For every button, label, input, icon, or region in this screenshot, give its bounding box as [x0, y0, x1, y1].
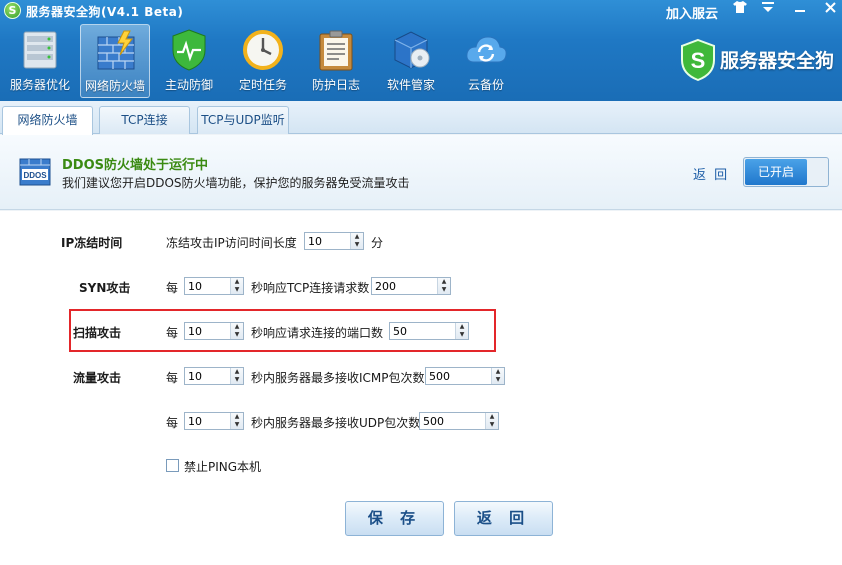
status-description: 我们建议您开启DDOS防火墙功能，保护您的服务器免受流量攻击	[62, 176, 410, 190]
skin-icon[interactable]	[728, 0, 752, 20]
svg-text:S: S	[691, 48, 706, 73]
toolbar-label: 云备份	[467, 78, 504, 92]
stepper-down-icon[interactable]: ▼	[438, 286, 450, 294]
udp-seconds-stepper[interactable]: 10 ▲ ▼	[184, 412, 244, 430]
brand-shield-icon: S	[681, 38, 715, 82]
toolbar-firewall[interactable]: 网络防火墙	[80, 24, 150, 98]
syn-seconds-stepper[interactable]: 10 ▲ ▼	[184, 277, 244, 295]
clock-icon	[243, 30, 283, 70]
stepper-value: 500	[423, 415, 444, 428]
stepper-down-icon[interactable]: ▼	[231, 421, 243, 429]
stepper-up-icon[interactable]: ▲	[492, 368, 504, 376]
stepper-down-icon[interactable]: ▼	[231, 331, 243, 339]
toolbar-scheduled-task[interactable]: 定时任务	[228, 24, 298, 98]
toggle-on-label: 已开启	[745, 159, 807, 185]
disable-ping-label[interactable]: 禁止PING本机	[184, 458, 261, 475]
software-icon	[394, 31, 430, 69]
stepper-value: 10	[188, 280, 202, 293]
udp-count-stepper[interactable]: 500 ▲ ▼	[419, 412, 499, 430]
scan-port-stepper[interactable]: 50 ▲ ▼	[389, 322, 469, 340]
scan-label: 扫描攻击	[73, 326, 122, 340]
stepper-up-icon[interactable]: ▲	[486, 413, 498, 421]
toolbar-server-optimize[interactable]: 服务器优化	[5, 24, 75, 98]
scan-prefix: 每	[166, 326, 179, 340]
toolbar-label: 主动防御	[164, 78, 213, 92]
save-button[interactable]: 保 存	[345, 501, 444, 536]
join-cloud-link[interactable]: 加入服云	[666, 3, 718, 22]
stepper-down-icon[interactable]: ▼	[351, 241, 363, 249]
icmp-count-stepper[interactable]: 500 ▲ ▼	[425, 367, 505, 385]
disable-ping-checkbox[interactable]	[166, 459, 179, 472]
icmp-seconds-stepper[interactable]: 10 ▲ ▼	[184, 367, 244, 385]
stepper-down-icon[interactable]: ▼	[486, 421, 498, 429]
cloud-backup-icon	[466, 36, 507, 63]
status-banner: DDOS DDOS防火墙处于运行中 我们建议您开启DDOS防火墙功能，保护您的服…	[0, 135, 842, 210]
stepper-up-icon[interactable]: ▲	[231, 278, 243, 286]
stepper-value: 50	[393, 325, 407, 338]
toolbar-software-manager[interactable]: 软件管家	[376, 24, 446, 98]
syn-prefix: 每	[166, 281, 179, 295]
stepper-value: 10	[188, 415, 202, 428]
stepper-value: 10	[308, 235, 322, 248]
scan-seconds-stepper[interactable]: 10 ▲ ▼	[184, 322, 244, 340]
flow-label: 流量攻击	[73, 371, 122, 385]
stepper-down-icon[interactable]: ▼	[231, 286, 243, 294]
stepper-up-icon[interactable]: ▲	[231, 413, 243, 421]
brand-logo: S 服务器安全狗	[676, 38, 838, 82]
stepper-up-icon[interactable]: ▲	[231, 323, 243, 331]
menu-icon[interactable]	[756, 0, 780, 20]
ip-freeze-label: IP冻结时间	[61, 236, 123, 250]
ddos-icon-label: DDOS	[23, 171, 47, 180]
stepper-value: 10	[188, 370, 202, 383]
syn-label: SYN攻击	[79, 281, 131, 295]
syn-count-stepper[interactable]: 200 ▲ ▼	[371, 277, 451, 295]
ip-freeze-stepper[interactable]: 10 ▲ ▼	[304, 232, 364, 250]
toolbar-label: 定时任务	[238, 78, 287, 92]
stepper-up-icon[interactable]: ▲	[438, 278, 450, 286]
log-icon	[319, 30, 353, 71]
flow-icmp-text: 秒内服务器最多接收ICMP包次数	[251, 371, 425, 385]
shield-icon	[172, 29, 206, 71]
flow-prefix: 每	[166, 371, 179, 385]
stepper-up-icon[interactable]: ▲	[351, 233, 363, 241]
ip-freeze-text: 冻结攻击IP访问时间长度	[166, 236, 297, 250]
window-title: 服务器安全狗(V4.1 Beta)	[26, 5, 184, 19]
stepper-up-icon[interactable]: ▲	[456, 323, 468, 331]
udp-prefix: 每	[166, 416, 179, 430]
stepper-value: 200	[375, 280, 396, 293]
top-band: S 服务器安全狗(V4.1 Beta) 加入服云 服务器优化 网络防火墙 主动防…	[0, 0, 842, 101]
app-logo-icon: S	[4, 2, 21, 19]
stepper-value: 10	[188, 325, 202, 338]
status-title: DDOS防火墙处于运行中	[62, 158, 208, 173]
syn-text: 秒响应TCP连接请求数	[251, 281, 370, 295]
back-button[interactable]: 返 回	[454, 501, 553, 536]
stepper-down-icon[interactable]: ▼	[231, 376, 243, 384]
close-icon[interactable]	[818, 0, 842, 20]
tab-network-firewall[interactable]: 网络防火墙	[2, 106, 93, 135]
udp-text: 秒内服务器最多接收UDP包次数	[251, 416, 421, 430]
toolbar-protection-log[interactable]: 防护日志	[301, 24, 371, 98]
toolbar-label: 服务器优化	[9, 78, 70, 92]
toolbar-label: 防护日志	[311, 78, 360, 92]
ddos-wall-icon: DDOS	[19, 158, 51, 186]
minimize-icon[interactable]	[788, 0, 812, 20]
stepper-value: 500	[429, 370, 450, 383]
stepper-down-icon[interactable]: ▼	[456, 331, 468, 339]
ip-freeze-unit: 分	[371, 236, 384, 250]
firewall-toggle[interactable]: 已开启	[743, 157, 829, 187]
brand-name: 服务器安全狗	[720, 50, 835, 72]
stepper-up-icon[interactable]: ▲	[231, 368, 243, 376]
stepper-down-icon[interactable]: ▼	[492, 376, 504, 384]
back-link[interactable]: 返 回	[693, 164, 729, 183]
firewall-icon	[97, 30, 135, 70]
scan-text: 秒响应请求连接的端口数	[251, 326, 384, 340]
toolbar-label: 网络防火墙	[84, 79, 145, 93]
toolbar-label: 软件管家	[386, 78, 435, 92]
toolbar-active-defense[interactable]: 主动防御	[154, 24, 224, 98]
server-optimize-icon	[23, 31, 57, 69]
tab-tcp-connection[interactable]: TCP连接	[99, 106, 190, 134]
toolbar-cloud-backup[interactable]: 云备份	[451, 24, 521, 98]
tab-tcp-udp-listen[interactable]: TCP与UDP监听	[197, 106, 289, 134]
tab-bar: 网络防火墙 TCP连接 TCP与UDP监听	[0, 101, 842, 135]
